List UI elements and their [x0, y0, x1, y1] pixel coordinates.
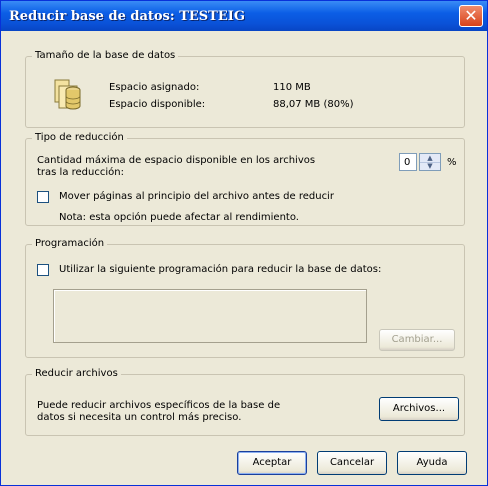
ok-button[interactable]: Aceptar — [237, 451, 307, 475]
free-space-label: Espacio disponible: — [109, 99, 206, 110]
db-size-legend: Tamaño de la base de datos — [32, 50, 179, 61]
cancel-button[interactable]: Cancelar — [317, 451, 387, 475]
shrink-database-dialog: Reducir base de datos: TESTEIG ✕ Tamaño … — [0, 0, 488, 486]
schedule-description-box — [53, 289, 367, 343]
schedule-legend: Programación — [32, 238, 108, 249]
close-icon: ✕ — [464, 6, 478, 25]
move-pages-checkbox[interactable] — [37, 191, 49, 203]
database-icon — [54, 79, 81, 110]
help-button[interactable]: Ayuda — [397, 451, 467, 475]
max-free-space-input[interactable]: 0 — [399, 153, 417, 171]
use-schedule-checkbox[interactable] — [37, 264, 49, 276]
allocated-space-value: 110 MB — [273, 82, 311, 93]
change-schedule-button[interactable]: Cambiar... — [379, 329, 455, 351]
max-free-space-label-line2: tras la reducción: — [37, 167, 124, 178]
performance-note: Nota: esta opción puede afectar al rendi… — [59, 212, 299, 223]
window-title: Reducir base de datos: TESTEIG — [9, 9, 245, 24]
max-free-space-value: 0 — [404, 157, 411, 168]
max-free-space-label-line1: Cantidad máxima de espacio disponible en… — [37, 155, 316, 166]
shrink-files-legend: Reducir archivos — [32, 368, 121, 379]
spinner-arrows: ▲ ▼ — [419, 153, 441, 171]
shrink-files-description-line1: Puede reducir archivos específicos de la… — [37, 400, 281, 411]
db-size-group: Tamaño de la base de datos — [25, 50, 465, 128]
move-pages-label[interactable]: Mover páginas al principio del archivo a… — [59, 191, 334, 202]
max-free-space-spinner[interactable]: 0 ▲ ▼ — [399, 153, 443, 171]
shrink-files-description-line2: datos si necesita un control más preciso… — [37, 412, 242, 423]
title-bar[interactable]: Reducir base de datos: TESTEIG ✕ — [1, 1, 487, 31]
reduction-type-legend: Tipo de reducción — [32, 132, 127, 143]
close-button[interactable]: ✕ — [459, 5, 483, 27]
spinner-down-icon[interactable]: ▼ — [420, 162, 440, 170]
allocated-space-label: Espacio asignado: — [109, 82, 200, 93]
use-schedule-label[interactable]: Utilizar la siguiente programación para … — [59, 264, 381, 275]
free-space-value: 88,07 MB (80%) — [273, 99, 354, 110]
files-button[interactable]: Archivos... — [379, 397, 459, 421]
percent-symbol: % — [447, 157, 457, 168]
